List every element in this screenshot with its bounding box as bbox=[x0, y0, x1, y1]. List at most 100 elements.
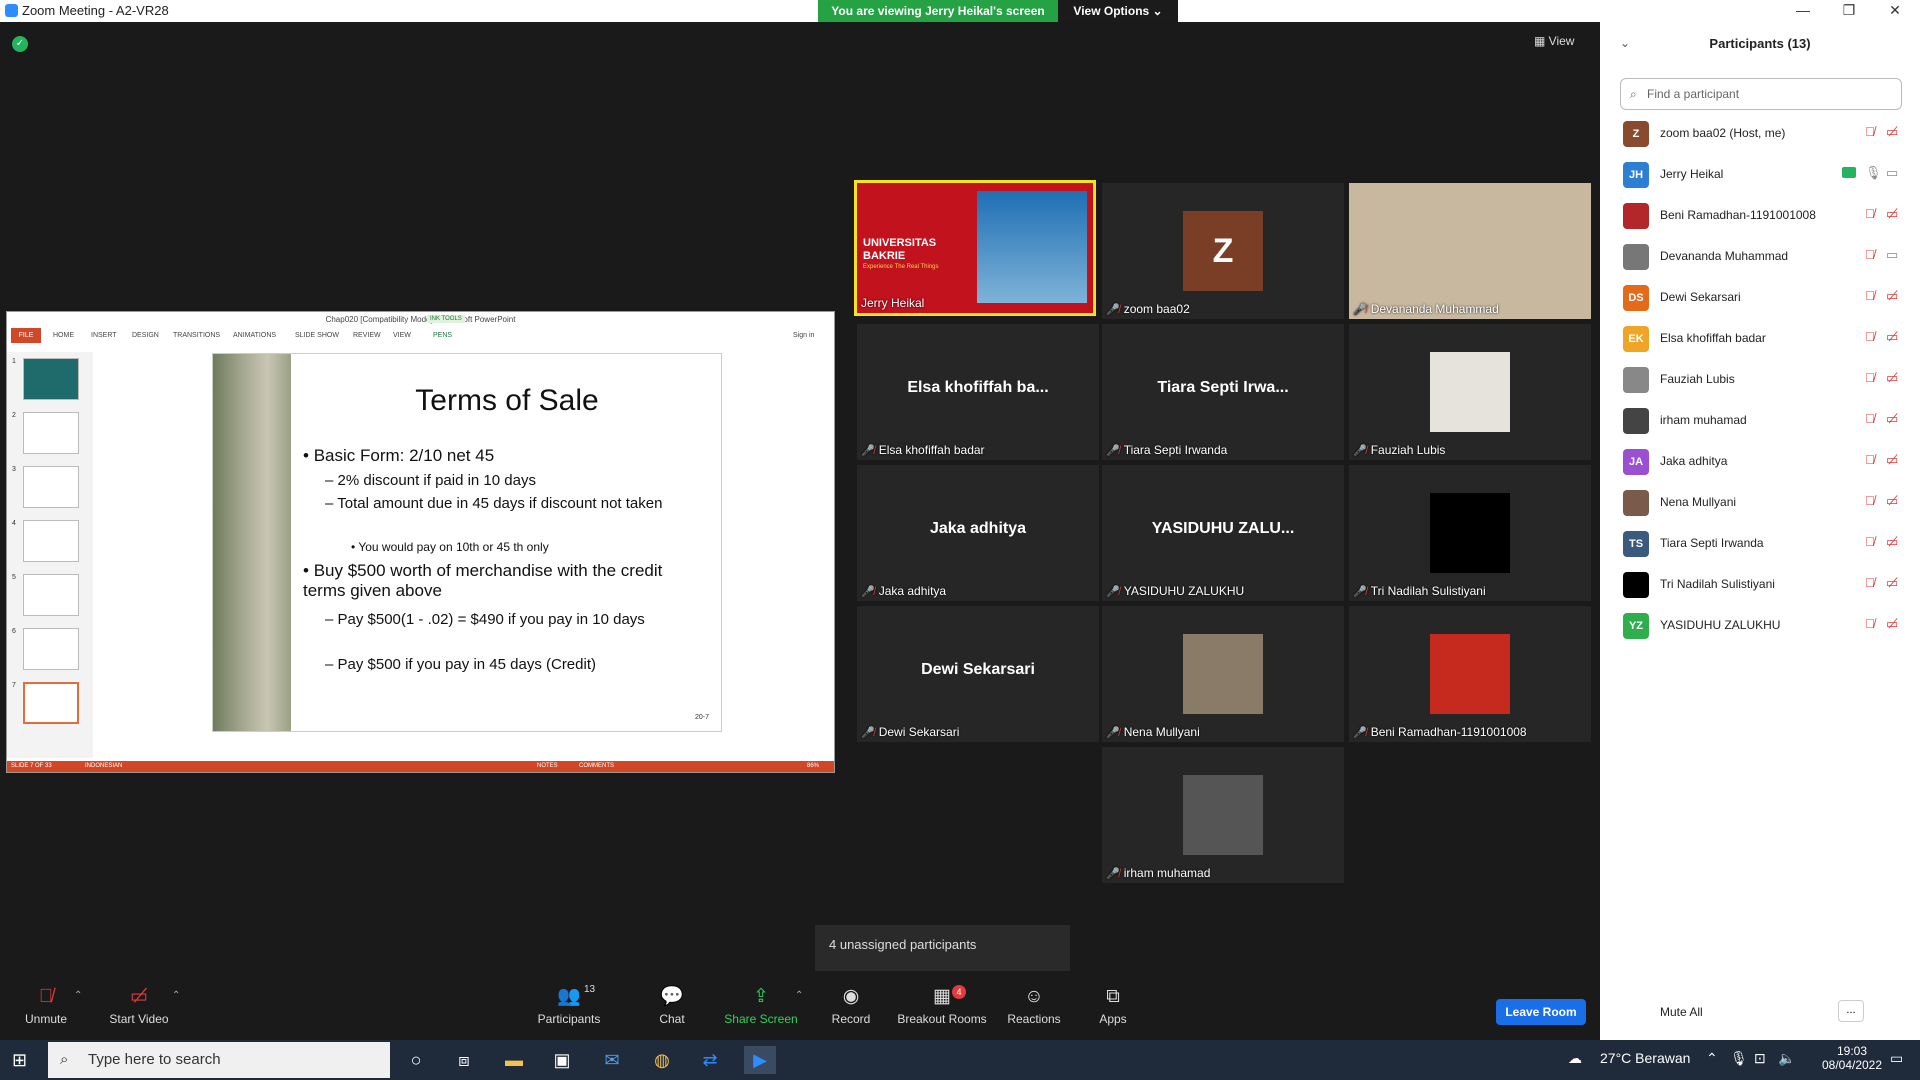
taskbar-clock[interactable]: 19:03 08/04/2022 bbox=[1820, 1044, 1884, 1072]
video-icon[interactable]: ▭ bbox=[1886, 165, 1898, 181]
slide-thumbnail[interactable] bbox=[23, 574, 79, 616]
video-off-icon[interactable]: ▭̸ bbox=[1886, 329, 1898, 345]
breakout-rooms-button[interactable]: ▦ 4 Breakout Rooms bbox=[896, 982, 988, 1040]
muted-mic-icon[interactable]: 🎙̸ bbox=[1865, 411, 1875, 426]
view-button[interactable]: ▦ View bbox=[1534, 34, 1574, 48]
video-tile[interactable]: 🎤̸ Tri Nadilah Sulistiyani bbox=[1349, 465, 1591, 601]
ppt-tab-design[interactable]: DESIGN bbox=[132, 332, 159, 339]
cortana-icon[interactable]: ○ bbox=[400, 1046, 432, 1074]
ppt-tab-transitions[interactable]: TRANSITIONS bbox=[173, 332, 220, 339]
muted-mic-icon[interactable]: 🎙̸ bbox=[1865, 370, 1875, 385]
video-tile[interactable]: 🎤̸ Devananda Muhammad bbox=[1349, 183, 1591, 319]
zoom-taskbar-icon[interactable]: ▶ bbox=[744, 1046, 776, 1074]
record-button[interactable]: ◉ Record bbox=[828, 982, 874, 1040]
participant-row[interactable]: JH Jerry Heikal 🎙 ▭ bbox=[1620, 155, 1910, 195]
video-tile[interactable]: Elsa khofiffah ba... 🎤̸ Elsa khofiffah ba… bbox=[857, 324, 1099, 460]
video-off-icon[interactable]: ▭̸ bbox=[1886, 616, 1898, 632]
muted-mic-icon[interactable]: 🎙̸ bbox=[1865, 288, 1875, 303]
ppt-tab-animations[interactable]: ANIMATIONS bbox=[233, 332, 276, 339]
network-icon[interactable]: ⊡ bbox=[1754, 1050, 1766, 1067]
close-button[interactable]: ✕ bbox=[1872, 0, 1918, 22]
video-tile[interactable]: 🎤̸ irham muhamad bbox=[1102, 747, 1344, 883]
restore-button[interactable]: ❐ bbox=[1826, 0, 1872, 22]
slide-thumbnail[interactable] bbox=[23, 520, 79, 562]
video-off-icon[interactable]: ▭̸ bbox=[1886, 452, 1898, 468]
video-off-icon[interactable]: ▭̸ bbox=[1886, 493, 1898, 509]
reactions-button[interactable]: ☺ Reactions bbox=[1006, 982, 1062, 1040]
start-video-button[interactable]: ▭̸ Start Video bbox=[104, 982, 174, 1040]
participant-row[interactable]: TS Tiara Septi Irwanda 🎙̸ ▭̸ bbox=[1620, 524, 1910, 564]
ppt-tab-home[interactable]: HOME bbox=[53, 332, 74, 339]
mic-icon[interactable]: 🎙 bbox=[1865, 165, 1882, 181]
muted-mic-icon[interactable]: 🎙̸ bbox=[1865, 329, 1875, 344]
share-screen-button[interactable]: ⇪ Share Screen bbox=[724, 982, 798, 1040]
view-options-button[interactable]: View Options ⌄ bbox=[1058, 0, 1178, 22]
video-tile-active[interactable]: UNIVERSITAS BAKRIE Experience The Real T… bbox=[854, 180, 1096, 316]
muted-mic-icon[interactable]: 🎙̸ bbox=[1865, 575, 1875, 590]
muted-mic-icon[interactable]: 🎙̸ bbox=[1865, 452, 1875, 467]
unassigned-participants-notice[interactable]: 4 unassigned participants bbox=[815, 925, 1070, 971]
video-off-icon[interactable]: ▭̸ bbox=[1886, 575, 1898, 591]
shield-icon[interactable]: ✓ bbox=[12, 36, 28, 52]
video-off-icon[interactable]: ▭̸ bbox=[1886, 124, 1898, 140]
status-notes[interactable]: NOTES bbox=[537, 761, 558, 772]
video-tile[interactable]: Z 🎤̸ zoom baa02 bbox=[1102, 183, 1344, 319]
slide-thumbnail[interactable] bbox=[23, 358, 79, 400]
participant-row[interactable]: JA Jaka adhitya 🎙̸ ▭̸ bbox=[1620, 442, 1910, 482]
ppt-tab-review[interactable]: REVIEW bbox=[353, 332, 381, 339]
video-tile[interactable]: Jaka adhitya 🎤̸ Jaka adhitya bbox=[857, 465, 1099, 601]
mail-icon[interactable]: ✉ bbox=[596, 1046, 628, 1074]
notifications-icon[interactable]: ▭ bbox=[1890, 1050, 1903, 1067]
participant-row[interactable]: irham muhamad 🎙̸ ▭̸ bbox=[1620, 401, 1910, 441]
video-tile[interactable]: 🎤̸ Nena Mullyani bbox=[1102, 606, 1344, 742]
teamviewer-icon[interactable]: ⇄ bbox=[694, 1046, 726, 1074]
chat-button[interactable]: 💬 Chat bbox=[652, 982, 692, 1040]
video-off-icon[interactable]: ▭̸ bbox=[1886, 206, 1898, 222]
status-zoom[interactable]: 86% bbox=[807, 761, 819, 772]
participant-row[interactable]: YZ YASIDUHU ZALUKHU 🎙̸ ▭̸ bbox=[1620, 606, 1910, 646]
muted-mic-icon[interactable]: 🎙̸ bbox=[1865, 616, 1875, 631]
muted-mic-icon[interactable]: 🎙̸ bbox=[1865, 124, 1875, 139]
taskbar-search-input[interactable]: ⌕ Type here to search bbox=[48, 1042, 390, 1078]
store-icon[interactable]: ▣ bbox=[546, 1046, 578, 1074]
mute-all-button[interactable]: Mute All bbox=[1660, 1005, 1703, 1019]
volume-icon[interactable]: 🔈 bbox=[1778, 1050, 1795, 1067]
participant-row[interactable]: DS Dewi Sekarsari 🎙̸ ▭̸ bbox=[1620, 278, 1910, 318]
chevron-up-icon[interactable]: ⌃ bbox=[795, 990, 803, 1001]
participant-row[interactable]: Beni Ramadhan-1191001008 🎙̸ ▭̸ bbox=[1620, 196, 1910, 236]
video-off-icon[interactable]: ▭̸ bbox=[1886, 370, 1898, 386]
participant-row[interactable]: Zzoom baa02 (Host, me) 🎙̸ ▭̸ bbox=[1620, 114, 1910, 154]
muted-mic-icon[interactable]: 🎙̸ bbox=[1865, 534, 1875, 549]
muted-mic-icon[interactable]: 🎙̸ bbox=[1865, 493, 1875, 508]
ppt-tab-slideshow[interactable]: SLIDE SHOW bbox=[295, 332, 339, 339]
participant-row[interactable]: EK Elsa khofiffah badar 🎙̸ ▭̸ bbox=[1620, 319, 1910, 359]
muted-mic-icon[interactable]: 🎙̸ bbox=[1865, 247, 1875, 262]
minimize-button[interactable]: — bbox=[1780, 0, 1826, 22]
video-tile[interactable]: 🎤̸ Fauziah Lubis bbox=[1349, 324, 1591, 460]
video-tile[interactable]: Tiara Septi Irwa... 🎤̸ Tiara Septi Irwand… bbox=[1102, 324, 1344, 460]
video-tile[interactable]: Dewi Sekarsari 🎤̸ Dewi Sekarsari bbox=[857, 606, 1099, 742]
participants-button[interactable]: 👥 13 Participants bbox=[534, 982, 604, 1040]
more-options-button[interactable]: ... bbox=[1838, 1000, 1864, 1022]
ppt-tab-view[interactable]: VIEW bbox=[393, 332, 411, 339]
video-off-icon[interactable]: ▭̸ bbox=[1886, 411, 1898, 427]
windows-start-icon[interactable]: ⊞ bbox=[12, 1050, 32, 1070]
participant-row[interactable]: Fauziah Lubis 🎙̸ ▭̸ bbox=[1620, 360, 1910, 400]
chevron-up-icon[interactable]: ⌃ bbox=[172, 990, 180, 1001]
ppt-signin[interactable]: Sign in bbox=[793, 332, 814, 339]
unmute-button[interactable]: 🎙̸ Unmute bbox=[16, 982, 76, 1040]
leave-room-button[interactable]: Leave Room bbox=[1496, 999, 1586, 1025]
video-off-icon[interactable]: ▭̸ bbox=[1886, 534, 1898, 550]
participant-row[interactable]: Devananda Muhammad 🎙̸ ▭ bbox=[1620, 237, 1910, 277]
chevron-up-icon[interactable]: ⌃ bbox=[74, 990, 82, 1001]
video-tile[interactable]: 🎤̸ Beni Ramadhan-1191001008 bbox=[1349, 606, 1591, 742]
slide-thumbnail[interactable] bbox=[23, 412, 79, 454]
task-view-icon[interactable]: ⧈ bbox=[448, 1046, 480, 1074]
video-tile[interactable]: YASIDUHU ZALU... 🎤̸ YASIDUHU ZALUKHU bbox=[1102, 465, 1344, 601]
weather-text[interactable]: 27°C Berawan bbox=[1600, 1050, 1690, 1066]
video-off-icon[interactable]: ▭̸ bbox=[1886, 288, 1898, 304]
ppt-tab-pens[interactable]: PENS bbox=[433, 332, 452, 339]
chevron-up-icon[interactable]: ⌃ bbox=[1706, 1050, 1718, 1067]
status-comments[interactable]: COMMENTS bbox=[579, 761, 614, 772]
slide-thumbnail[interactable] bbox=[23, 466, 79, 508]
